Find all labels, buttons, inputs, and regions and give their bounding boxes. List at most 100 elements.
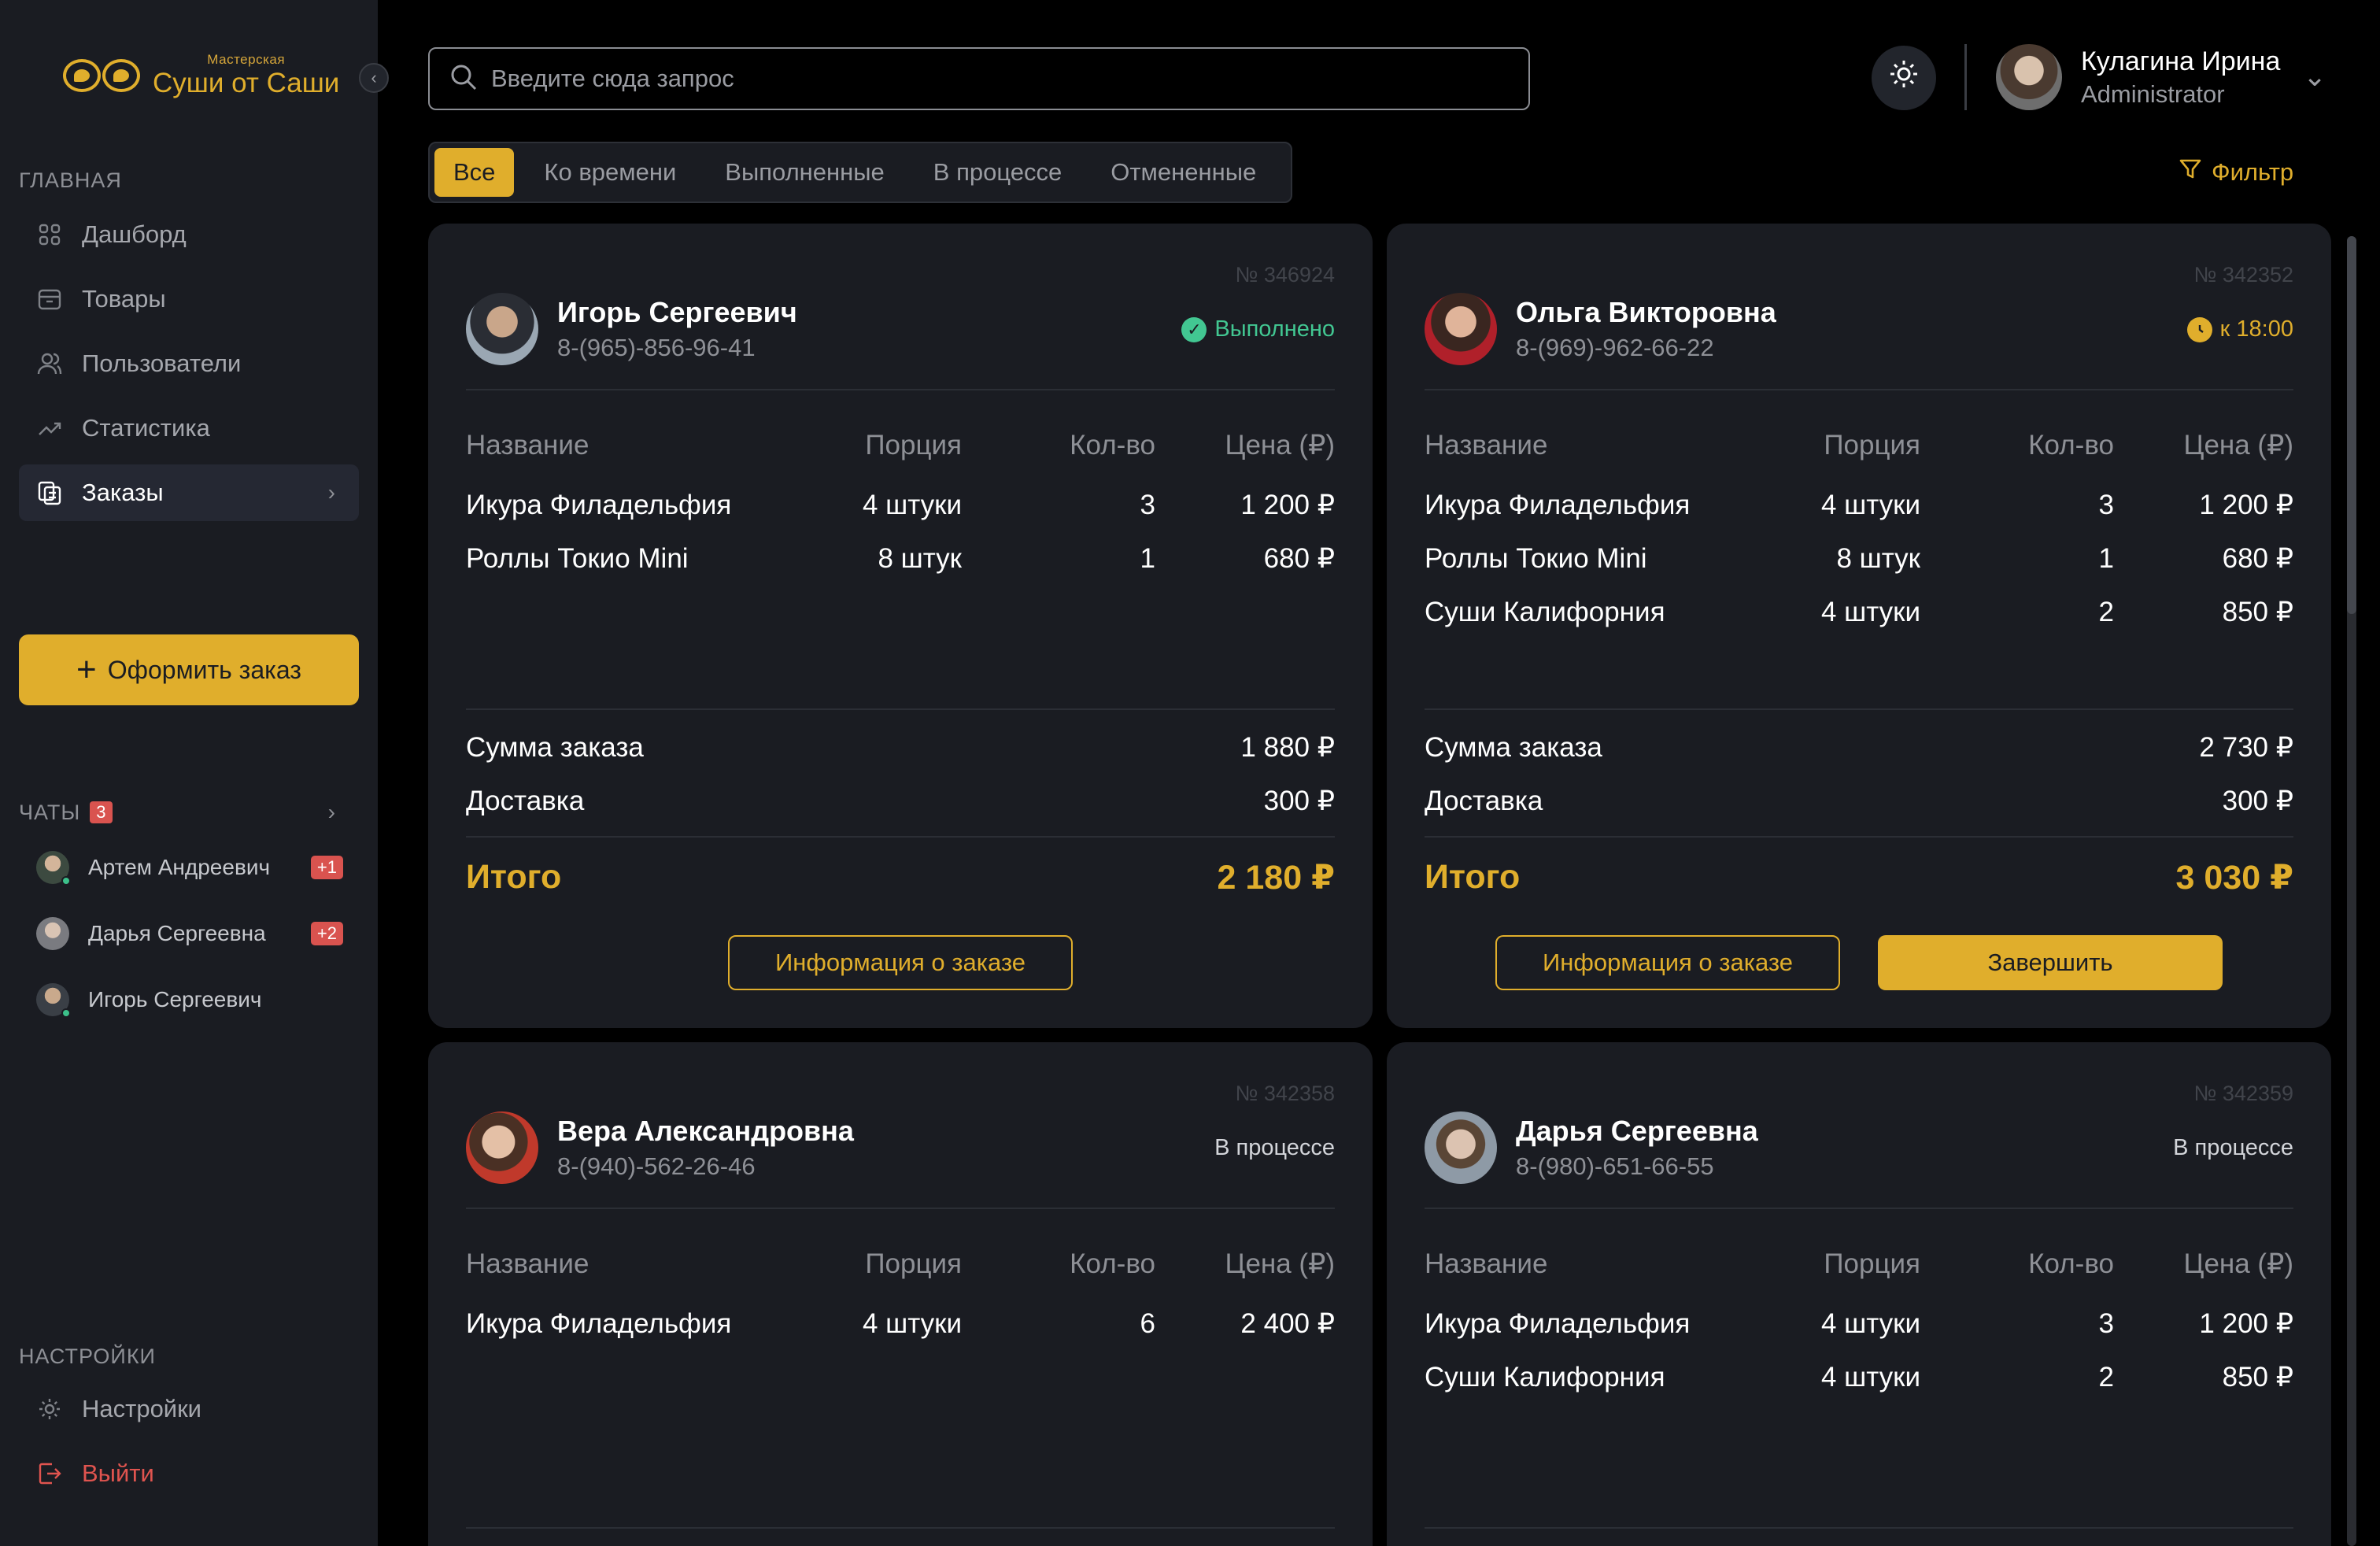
header-price: Цена (₽) (1225, 430, 1335, 460)
create-order-label: Оформить заказ (107, 655, 301, 684)
divider (466, 1208, 1335, 1209)
chats-header[interactable]: ЧАТЫ 3 › (19, 800, 359, 825)
brand-name: Суши от Саши (153, 68, 340, 98)
item-price: 850 ₽ (2222, 1362, 2293, 1393)
client-phone: 8-(980)-651-66-55 (1516, 1152, 1714, 1180)
client-phone: 8-(965)-856-96-41 (557, 334, 756, 361)
item-name: Икура Филадельфия (466, 1308, 732, 1339)
sidebar-item-orders[interactable]: Заказы › (19, 464, 359, 521)
orders-icon (36, 479, 63, 506)
divider (466, 389, 1335, 390)
sidebar-item-users[interactable]: Пользователи (19, 335, 359, 392)
chat-item[interactable]: Игорь Сергеевич (36, 983, 343, 1018)
item-price: 680 ₽ (1263, 543, 1335, 574)
table-header: Название Порция Кол-во Цена (₽) (1425, 430, 2293, 461)
divider (1425, 708, 2293, 710)
header-portion: Порция (1824, 430, 1920, 460)
delivery-label: Доставка (466, 786, 585, 816)
theme-toggle-button[interactable] (1872, 46, 1936, 110)
delivery-label: Доставка (1425, 786, 1543, 816)
check-circle-icon: ✓ (1181, 316, 1207, 342)
create-order-button[interactable]: + Оформить заказ (19, 634, 359, 705)
sidebar-item-label: Заказы (82, 479, 164, 506)
item-qty: 3 (2098, 490, 2114, 520)
logout-icon (36, 1460, 63, 1487)
search-icon (450, 64, 477, 94)
order-sum-row: Сумма заказа 1 880 ₽ (466, 732, 1335, 764)
order-number: № 346924 (1235, 263, 1335, 287)
finish-order-button[interactable]: Завершить (1878, 935, 2223, 990)
header-price: Цена (₽) (2183, 1248, 2293, 1279)
chats-count-badge: 3 (90, 801, 113, 823)
item-portion: 4 штуки (1820, 1362, 1920, 1393)
tab-in-progress[interactable]: В процессе (915, 148, 1081, 197)
sidebar-item-products[interactable]: Товары (19, 271, 359, 327)
sidebar-item-label: Товары (82, 285, 166, 313)
tab-all[interactable]: Все (434, 148, 515, 197)
divider (1425, 1208, 2293, 1209)
table-row: Икура Филадельфия 4 штуки 3 1 200 ₽ (466, 490, 1335, 521)
delivery-row: Доставка 300 ₽ (1425, 786, 2293, 817)
avatar (1425, 1111, 1497, 1184)
chat-item[interactable]: Артем Андреевич +1 (36, 851, 343, 886)
avatar (466, 1111, 538, 1184)
avatar (1996, 44, 2062, 110)
scrollbar-thumb[interactable] (2347, 236, 2356, 614)
order-card: № 346924 Игорь Сергеевич 8-(965)-856-96-… (428, 224, 1373, 1028)
clock-icon (2186, 316, 2212, 342)
chevron-down-icon[interactable]: ⌄ (2303, 60, 2326, 93)
header-portion: Порция (865, 1248, 962, 1279)
item-price: 2 400 ₽ (1240, 1308, 1335, 1339)
sidebar-item-settings[interactable]: Настройки (19, 1381, 359, 1437)
total-label: Итого (1425, 858, 1521, 896)
sidebar-item-label: Выйти (82, 1459, 154, 1487)
delivery-row: Доставка 300 ₽ (466, 786, 1335, 817)
table-row: Роллы Токио Mini 8 штук 1 680 ₽ (466, 543, 1335, 575)
header-name: Название (1425, 430, 1548, 460)
chevron-left-icon: ‹ (371, 68, 377, 87)
unread-badge: +1 (310, 856, 343, 879)
avatar (466, 293, 538, 365)
table-header: Название Порция Кол-во Цена (₽) (466, 430, 1335, 461)
chat-name: Дарья Сергеевна (88, 921, 266, 945)
logo-icon (63, 54, 142, 97)
status-badge: В процессе (2173, 1135, 2293, 1161)
item-qty: 1 (1140, 543, 1155, 574)
order-sum-row: Сумма заказа 2 730 ₽ (1425, 732, 2293, 764)
user-menu[interactable]: Кулагина Ирина Administrator ⌄ (1996, 44, 2326, 110)
brand-logo[interactable]: Мастерская Суши от Саши (63, 52, 339, 99)
collapse-sidebar-button[interactable]: ‹ (359, 63, 389, 93)
divider (1425, 836, 2293, 838)
header-name: Название (466, 430, 589, 460)
order-number: № 342352 (2193, 263, 2293, 287)
chat-item[interactable]: Дарья Сергеевна +2 (36, 917, 343, 950)
table-row: Икура Филадельфия 4 штуки 6 2 400 ₽ (466, 1308, 1335, 1340)
search-input[interactable] (491, 65, 1514, 93)
client-name: Вера Александровна (557, 1115, 854, 1147)
item-price: 1 200 ₽ (2199, 1308, 2293, 1339)
client-name: Дарья Сергеевна (1516, 1115, 1758, 1147)
tab-by-time[interactable]: Ко времени (525, 148, 695, 197)
header-portion: Порция (1824, 1248, 1920, 1279)
sidebar-item-label: Дашборд (82, 220, 187, 248)
sidebar-item-logout[interactable]: Выйти (19, 1445, 359, 1502)
avatar (36, 917, 69, 950)
chat-name: Игорь Сергеевич (88, 987, 262, 1012)
item-qty: 3 (2098, 1308, 2114, 1339)
search-bar[interactable] (428, 47, 1530, 110)
header-qty: Кол-во (1070, 1248, 1155, 1279)
tab-completed[interactable]: Выполненные (706, 148, 904, 197)
sidebar-item-dashboard[interactable]: Дашборд (19, 206, 359, 263)
item-portion: 4 штуки (862, 1308, 962, 1339)
order-info-button[interactable]: Информация о заказе (728, 935, 1073, 990)
order-info-button[interactable]: Информация о заказе (1495, 935, 1840, 990)
avatar (1425, 293, 1497, 365)
item-name: Икура Филадельфия (1425, 490, 1691, 520)
sum-value: 2 730 ₽ (2199, 732, 2293, 763)
filter-button[interactable]: Фильтр (2179, 157, 2293, 187)
avatar (36, 983, 71, 1018)
divider (466, 1527, 1335, 1529)
delivery-value: 300 ₽ (2222, 786, 2293, 816)
sidebar-item-statistics[interactable]: Статистика (19, 400, 359, 457)
tab-cancelled[interactable]: Отмененные (1092, 148, 1275, 197)
